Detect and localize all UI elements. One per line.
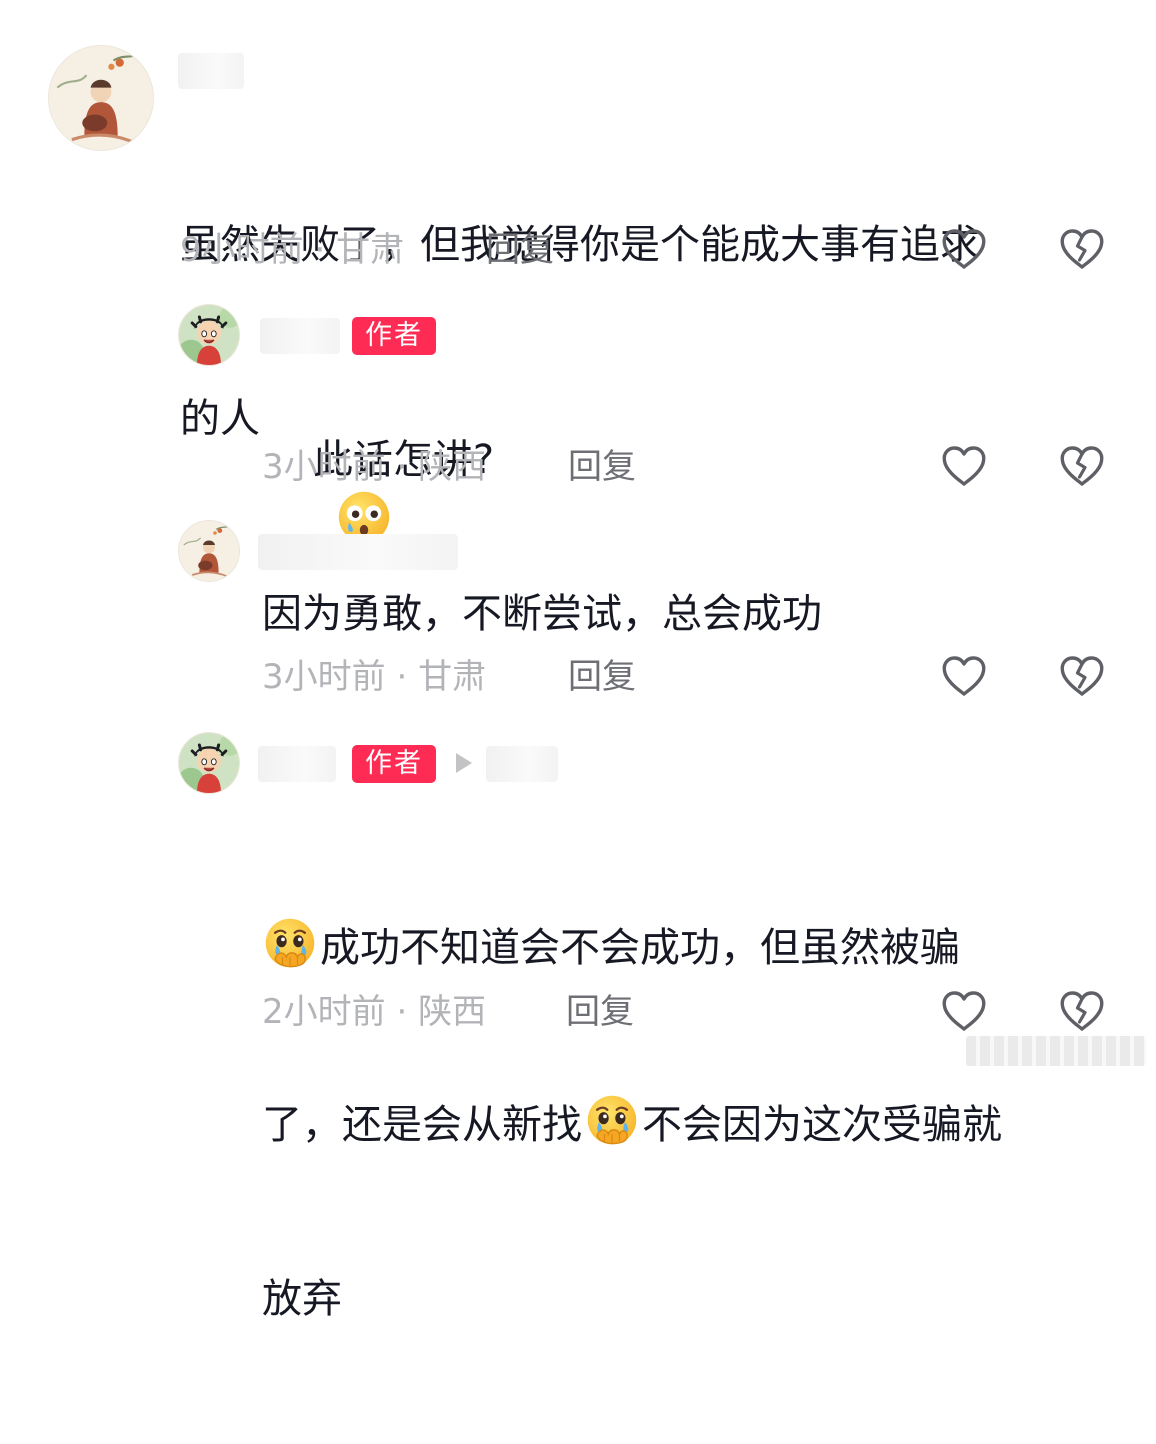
dislike-button[interactable]	[1058, 226, 1106, 272]
reply-button[interactable]: 回复	[568, 445, 636, 489]
comment-text-line: 成功不知道会不会成功，但虽然被骗	[262, 916, 1002, 977]
heart-outline-icon	[940, 653, 988, 699]
heart-outline-icon	[940, 988, 988, 1034]
comment-location: 陕西	[418, 447, 487, 487]
username-redacted[interactable]	[258, 746, 336, 782]
reply-button[interactable]: 回复	[566, 990, 634, 1034]
heart-outline-icon	[940, 443, 988, 489]
comment-text-line: 放弃	[262, 1276, 342, 1322]
meta-separator: ·	[396, 447, 408, 487]
comment-text-line: 了，还是会从新找 不会因为这次受骗就	[262, 1093, 1002, 1154]
comment-time: 3小时前	[262, 657, 386, 697]
reply-to-arrow-icon	[456, 753, 472, 773]
broken-heart-icon	[1058, 988, 1106, 1034]
dislike-button[interactable]	[1058, 988, 1106, 1034]
author-badge: 作者	[352, 745, 436, 783]
avatar[interactable]	[178, 520, 240, 582]
avatar[interactable]	[48, 45, 154, 151]
holding-back-tears-emoji	[262, 916, 318, 972]
username-redacted[interactable]	[258, 534, 458, 570]
comment-location: 甘肃	[418, 657, 487, 697]
avatar[interactable]	[178, 304, 240, 366]
comment-location: 甘肃	[336, 230, 405, 270]
holding-back-tears-emoji	[584, 1093, 640, 1149]
dislike-button[interactable]	[1058, 443, 1106, 489]
watermark	[966, 1036, 1146, 1066]
like-button[interactable]	[940, 988, 988, 1034]
comment-location: 陕西	[418, 992, 487, 1032]
meta-separator: ·	[314, 230, 326, 270]
username-redacted[interactable]	[178, 53, 244, 89]
username-redacted[interactable]	[260, 318, 340, 354]
reply-button[interactable]: 回复	[486, 228, 554, 272]
comment-time: 3小时前	[262, 447, 386, 487]
meta-separator: ·	[396, 992, 408, 1032]
comment-meta: 3小时前 · 甘肃	[262, 655, 486, 699]
like-button[interactable]	[940, 226, 988, 272]
comment-text: 因为勇敢，不断尝试，总会成功	[262, 591, 822, 637]
avatar[interactable]	[178, 732, 240, 794]
broken-heart-icon	[1058, 653, 1106, 699]
like-button[interactable]	[940, 653, 988, 699]
author-badge: 作者	[352, 317, 436, 355]
heart-outline-icon	[940, 226, 988, 272]
reply-button[interactable]: 回复	[568, 655, 636, 699]
comment-text: 成功不知道会不会成功，但虽然被骗 了，还是会从新找 不会因为这次受骗就 放弃	[262, 800, 1002, 1444]
dislike-button[interactable]	[1058, 653, 1106, 699]
broken-heart-icon	[1058, 226, 1106, 272]
broken-heart-icon	[1058, 443, 1106, 489]
comment-meta: 9小时前 · 甘肃	[180, 228, 404, 272]
comment-text: 此话怎讲?	[262, 373, 494, 608]
reply-to-username-redacted[interactable]	[486, 746, 558, 782]
comment-meta: 2小时前 · 陕西	[262, 990, 486, 1034]
meta-separator: ·	[396, 657, 408, 697]
like-button[interactable]	[940, 443, 988, 489]
comment-time: 9小时前	[180, 230, 304, 270]
comment-meta: 3小时前 · 陕西	[262, 445, 486, 489]
comment-time: 2小时前	[262, 992, 386, 1032]
